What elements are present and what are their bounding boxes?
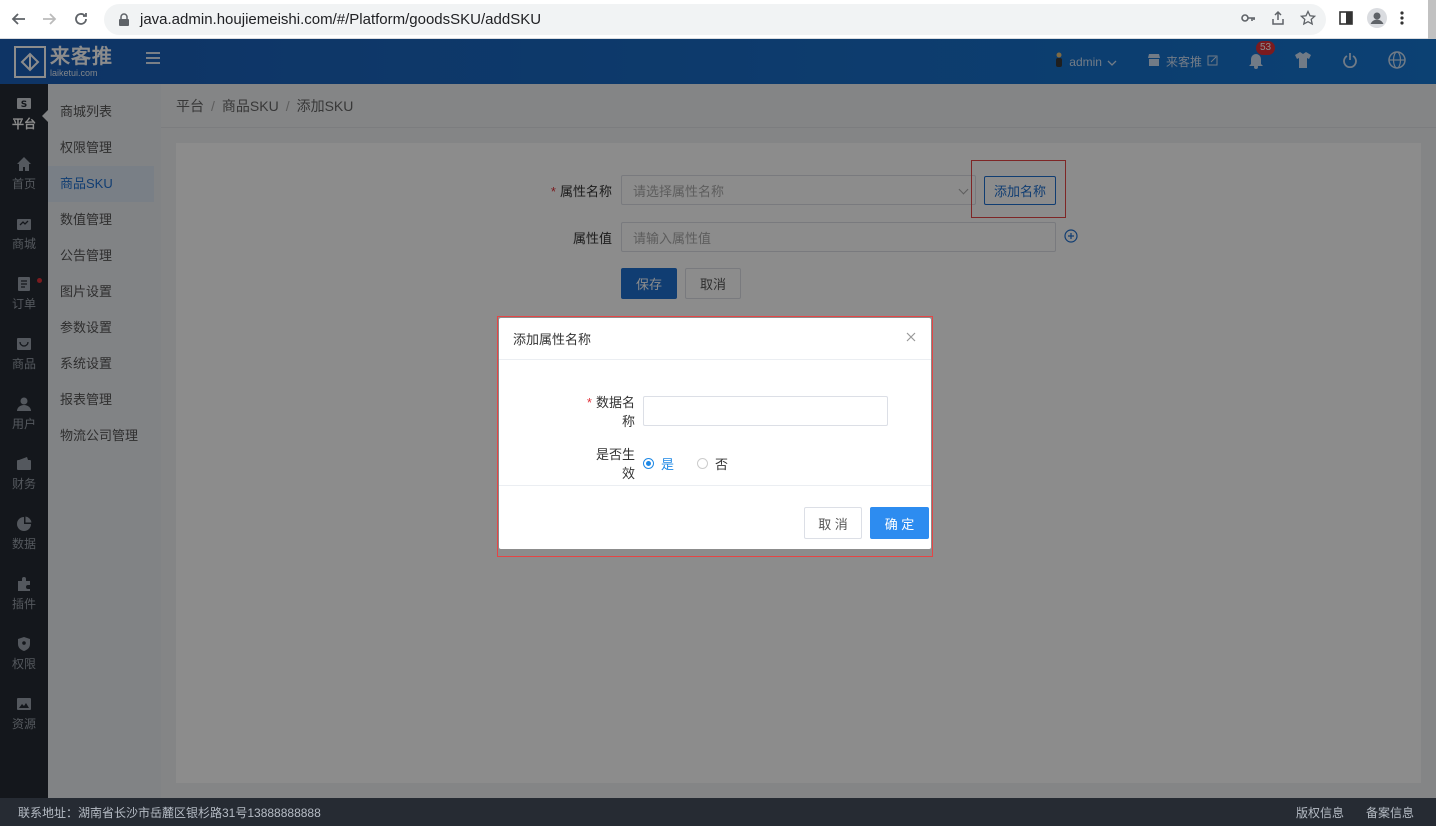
dialog-title: 添加属性名称 bbox=[499, 318, 931, 360]
url-text: java.admin.houjiemeishi.com/#/Platform/g… bbox=[140, 11, 542, 28]
record-link[interactable]: 备案信息 bbox=[1366, 804, 1414, 821]
back-icon[interactable] bbox=[4, 4, 34, 34]
more-vert-icon[interactable] bbox=[1400, 10, 1404, 29]
dialog-confirm-button[interactable]: 确 定 bbox=[870, 507, 929, 539]
data-name-row: * 数据名称 bbox=[578, 392, 888, 430]
footer-address: 联系地址：湖南省长沙市岳麓区银杉路31号13888888888 bbox=[18, 805, 321, 820]
dialog-cancel-button[interactable]: 取 消 bbox=[804, 507, 862, 539]
page-scrollbar[interactable] bbox=[1428, 0, 1436, 40]
data-name-label: 数据名称 bbox=[595, 395, 635, 429]
forward-icon[interactable] bbox=[34, 4, 64, 34]
radio-checked-icon bbox=[643, 457, 654, 469]
effective-row: 是否生效 是 否 bbox=[585, 444, 728, 482]
sidepanel-icon[interactable] bbox=[1338, 10, 1354, 29]
lock-icon bbox=[118, 12, 132, 27]
page-footer: 联系地址：湖南省长沙市岳麓区银杉路31号13888888888 版权信息 备案信… bbox=[0, 798, 1436, 826]
reload-icon[interactable] bbox=[66, 4, 96, 34]
share-icon[interactable] bbox=[1270, 10, 1286, 29]
radio-no[interactable]: 否 bbox=[697, 454, 728, 473]
key-icon[interactable] bbox=[1240, 10, 1256, 29]
data-name-input[interactable] bbox=[643, 396, 888, 426]
radio-yes[interactable]: 是 bbox=[643, 454, 674, 473]
radio-unchecked-icon bbox=[697, 457, 709, 469]
effective-label: 是否生效 bbox=[595, 447, 635, 481]
add-attr-name-dialog: 添加属性名称 * 数据名称 是否生效 是 否 取 消 确 定 bbox=[499, 318, 931, 549]
star-icon[interactable] bbox=[1299, 9, 1317, 29]
profile-icon[interactable] bbox=[1366, 7, 1388, 32]
browser-toolbar: java.admin.houjiemeishi.com/#/Platform/g… bbox=[0, 0, 1436, 40]
dialog-footer: 取 消 确 定 bbox=[499, 485, 931, 549]
address-bar[interactable]: java.admin.houjiemeishi.com/#/Platform/g… bbox=[104, 4, 1326, 35]
copyright-link[interactable]: 版权信息 bbox=[1296, 804, 1344, 821]
close-icon[interactable] bbox=[905, 331, 917, 343]
